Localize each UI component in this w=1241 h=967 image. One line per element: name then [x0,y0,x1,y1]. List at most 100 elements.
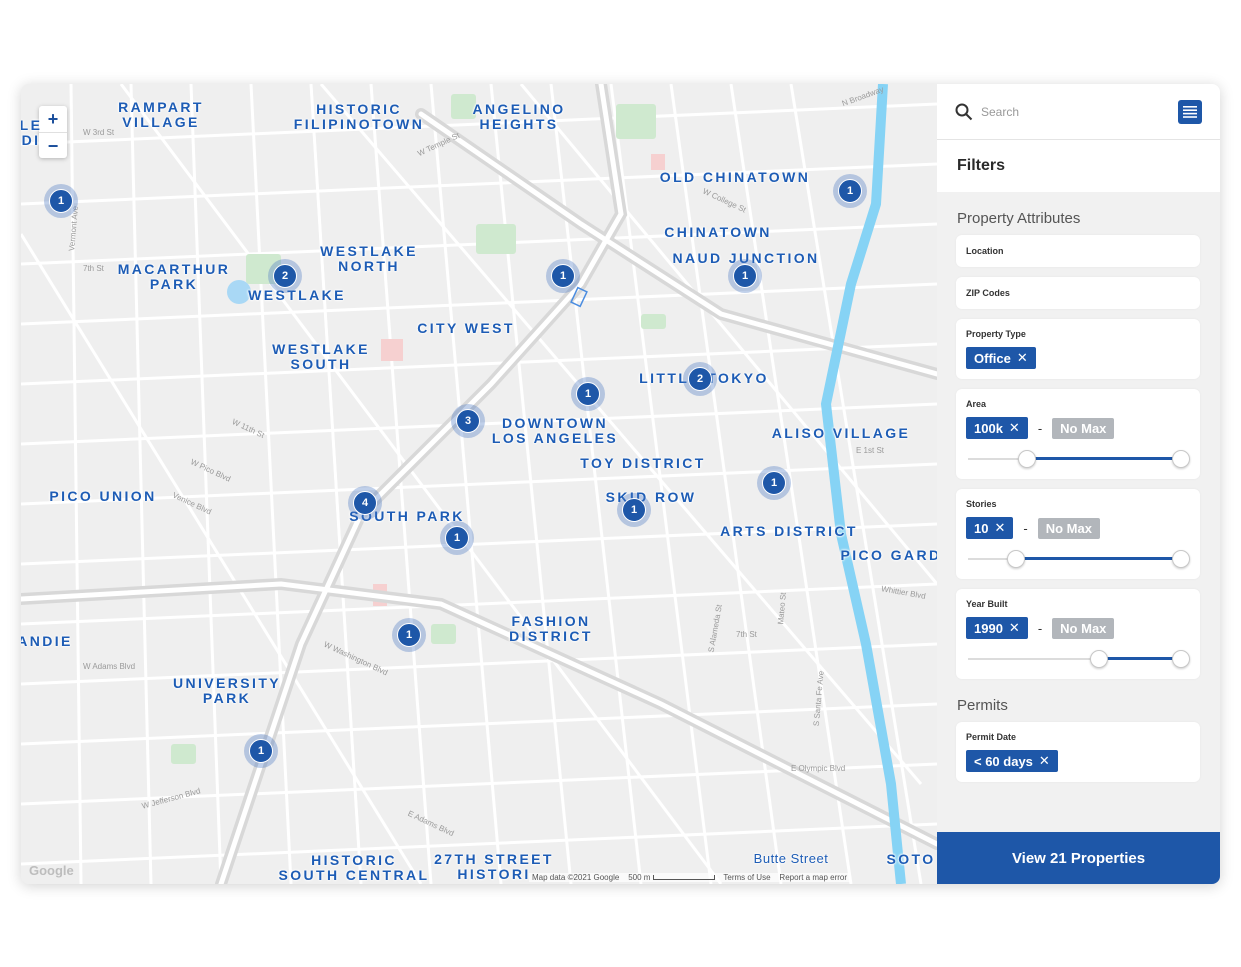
neighborhood-label: CITY WEST [417,320,515,336]
property-attributes-title: Property Attributes [957,210,1081,227]
cluster-count: 1 [838,179,862,203]
permit-date-filter: Permit Date < 60 days ✕ [956,722,1200,782]
list-view-button[interactable] [1178,99,1202,124]
slider-max-thumb[interactable] [1172,650,1190,668]
map-scale: 500 m [628,873,651,882]
filter-panel: Search Filters Property Attributes Locat… [937,84,1220,884]
year-built-max-chip[interactable]: No Max [1052,617,1115,639]
scale-bar [652,875,715,881]
year-built-filter: Year Built 1990 ✕ - No Max [956,589,1200,679]
report-error-link[interactable]: Report a map error [779,873,847,882]
street-label: W 3rd St [83,128,115,137]
area-slider[interactable] [966,449,1190,469]
street-label: 7th St [736,630,757,639]
property-type-chip[interactable]: Office ✕ [966,347,1036,369]
chip-label: < 60 days [974,753,1033,769]
zip-filter[interactable]: ZIP Codes [956,277,1200,309]
terms-link[interactable]: Terms of Use [723,873,770,882]
neighborhood-label: WESTLAKE NORTH [320,243,418,274]
stories-label: Stories [966,499,997,509]
cluster-count: 4 [353,491,377,515]
neighborhood-label: OLD CHINATOWN [659,169,811,185]
neighborhood-label: ARTS DISTRICT [720,523,858,539]
slider-max-thumb[interactable] [1172,450,1190,468]
street-label: W Adams Blvd [83,662,136,671]
chip-label: 10 [974,520,989,536]
neighborhood-label: ANDIE [21,633,73,649]
property-cluster-pin[interactable]: 3 [451,404,485,438]
neighborhood-label: SOTO [886,851,936,867]
street-label: E Olympic Blvd [791,764,846,773]
cluster-count: 1 [762,471,786,495]
close-icon[interactable]: ✕ [1009,620,1020,636]
close-icon[interactable]: ✕ [994,520,1005,536]
permits-title: Permits [957,697,1008,714]
slider-min-thumb[interactable] [1007,550,1026,568]
slider-min-thumb[interactable] [1017,450,1036,468]
street-label: 7th St [83,264,104,273]
stories-max-chip[interactable]: No Max [1037,517,1100,539]
cluster-count: 1 [397,623,421,647]
permit-date-chip[interactable]: < 60 days ✕ [966,750,1058,772]
property-type-filter: Property Type Office ✕ [956,319,1200,379]
app-window: + − W 3rd St W Temple St N Broadway W Co… [21,84,1220,884]
property-cluster-pin[interactable]: 4 [348,486,382,520]
search-input[interactable]: Search [981,105,1178,119]
cluster-count: 1 [576,382,600,406]
street-label: E 1st St [856,446,885,455]
slider-max-thumb[interactable] [1172,550,1190,568]
area-label: Area [966,399,987,409]
property-cluster-pin[interactable]: 1 [757,466,791,500]
cluster-count: 1 [49,189,73,213]
cluster-count: 1 [249,739,273,763]
neighborhood-label: TOY DISTRICT [580,455,706,471]
property-cluster-pin[interactable]: 1 [617,493,651,527]
stories-filter: Stories 10 ✕ - No Max [956,489,1200,579]
stories-slider[interactable] [966,549,1190,569]
cluster-count: 1 [622,498,646,522]
filters-title: Filters [937,140,1220,192]
cluster-count: 1 [445,526,469,550]
slider-min-thumb[interactable] [1089,650,1108,668]
property-cluster-pin[interactable]: 1 [833,174,867,208]
area-max-chip[interactable]: No Max [1052,417,1115,439]
zoom-in-button[interactable]: + [39,106,67,133]
neighborhood-label: HISTORIC FILIPINOTOWN [293,101,425,132]
cluster-count: 1 [551,264,575,288]
year-built-min-chip[interactable]: 1990 ✕ [966,617,1028,639]
search-bar[interactable]: Search [937,84,1220,140]
location-filter[interactable]: Location [956,235,1200,267]
neighborhood-label: UNIVERSITY PARK [172,675,282,706]
map[interactable]: + − W 3rd St W Temple St N Broadway W Co… [21,84,937,884]
neighborhood-label: RAMPART VILLAGE [118,99,204,130]
neighborhood-label: FASHION DISTRICT [509,613,593,644]
neighborhood-label: PICO UNION [49,488,157,504]
property-cluster-pin[interactable]: 2 [683,362,717,396]
close-icon[interactable]: ✕ [1039,753,1050,769]
zoom-control: + − [39,106,67,158]
view-properties-button[interactable]: View 21 Properties [937,832,1220,884]
property-cluster-pin[interactable]: 1 [244,734,278,768]
property-cluster-pin[interactable]: 1 [392,618,426,652]
property-cluster-pin[interactable]: 1 [44,184,78,218]
neighborhood-label: WESTLAKE SOUTH [272,341,370,372]
property-cluster-pin[interactable]: 1 [440,521,474,555]
neighborhood-label: HISTORIC SOUTH CENTRAL [278,852,430,883]
property-cluster-pin[interactable]: 1 [546,259,580,293]
list-icon [1183,105,1197,118]
property-cluster-pin[interactable]: 2 [268,259,302,293]
neighborhood-label: ALISO VILLAGE [771,425,911,441]
property-cluster-pin[interactable]: 1 [571,377,605,411]
property-cluster-pin[interactable]: 1 [728,259,762,293]
neighborhood-label: PICO GARD [840,547,937,563]
close-icon[interactable]: ✕ [1009,420,1020,436]
stories-min-chip[interactable]: 10 ✕ [966,517,1014,539]
area-filter: Area 100k ✕ - No Max [956,389,1200,479]
slider-fill [1098,657,1181,660]
neighborhood-label: DOWNTOWN LOS ANGELES [491,415,619,446]
year-built-slider[interactable] [966,649,1190,669]
close-icon[interactable]: ✕ [1017,350,1028,366]
zoom-out-button[interactable]: − [39,133,67,159]
place-label: Butte Street [753,851,829,866]
area-min-chip[interactable]: 100k ✕ [966,417,1028,439]
